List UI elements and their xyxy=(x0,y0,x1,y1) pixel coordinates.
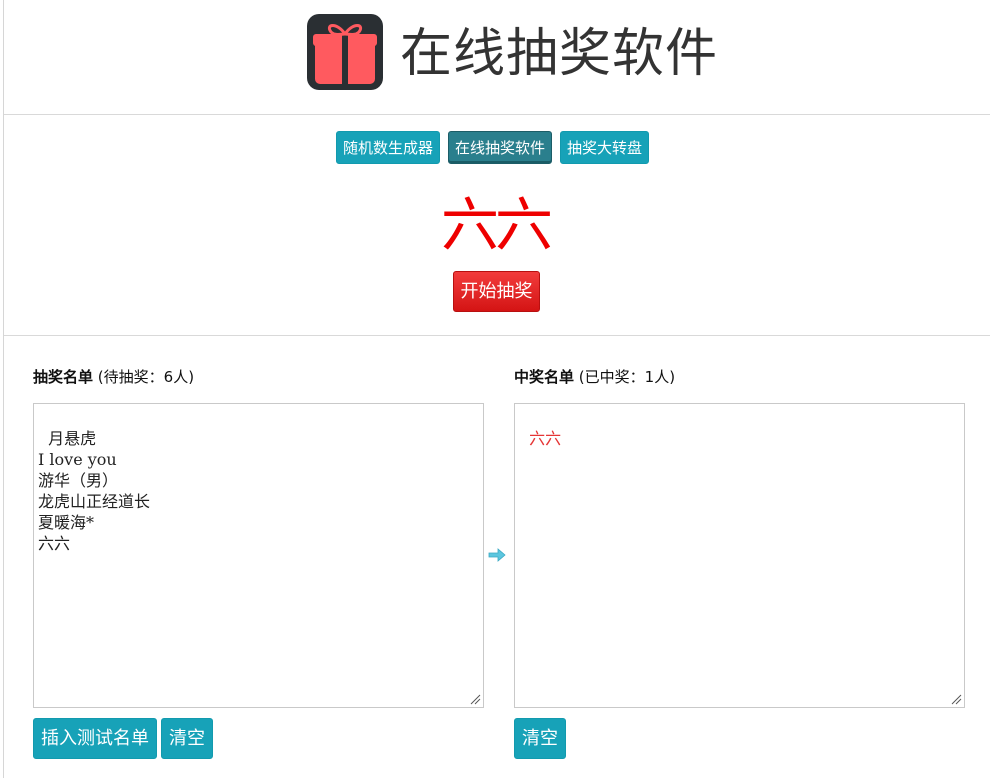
gift-icon xyxy=(307,14,383,90)
resize-grip-icon[interactable] xyxy=(470,694,481,705)
candidates-count: (待抽奖：6人) xyxy=(97,368,195,386)
insert-test-list-button[interactable]: 插入测试名单 xyxy=(33,718,157,759)
nav-lucky-wheel[interactable]: 抽奖大转盘 xyxy=(560,131,650,164)
arrow-right-icon xyxy=(488,548,506,562)
winners-title: 中奖名单 xyxy=(514,368,575,386)
current-winner: 六六 xyxy=(440,191,553,259)
candidates-label: 抽奖名单 (待抽奖：6人) xyxy=(33,366,194,388)
winners-label: 中奖名单 (已中奖：1人) xyxy=(514,366,675,388)
divider xyxy=(4,335,990,336)
candidates-title: 抽奖名单 xyxy=(33,368,94,386)
candidates-entries: 月悬虎 I love you 游华（男） 龙虎山正经道长 夏暖海* 六六 xyxy=(38,429,151,553)
winners-entries: 六六 xyxy=(529,429,562,448)
resize-grip-icon[interactable] xyxy=(951,694,962,705)
winners-count: (已中奖：1人) xyxy=(578,368,676,386)
clear-winners-button[interactable]: 清空 xyxy=(514,718,566,759)
candidates-textarea[interactable]: 月悬虎 I love you 游华（男） 龙虎山正经道长 夏暖海* 六六 xyxy=(33,403,484,708)
nav-online-lottery[interactable]: 在线抽奖软件 xyxy=(448,131,553,164)
winners-textarea[interactable]: 六六 xyxy=(514,403,965,708)
top-nav: 随机数生成器 在线抽奖软件 抽奖大转盘 xyxy=(336,131,650,164)
page-border xyxy=(3,0,4,778)
nav-random-number[interactable]: 随机数生成器 xyxy=(336,131,441,164)
divider xyxy=(4,114,990,115)
clear-candidates-button[interactable]: 清空 xyxy=(161,718,213,759)
start-draw-button[interactable]: 开始抽奖 xyxy=(453,271,540,312)
page-title: 在线抽奖软件 xyxy=(400,24,719,84)
